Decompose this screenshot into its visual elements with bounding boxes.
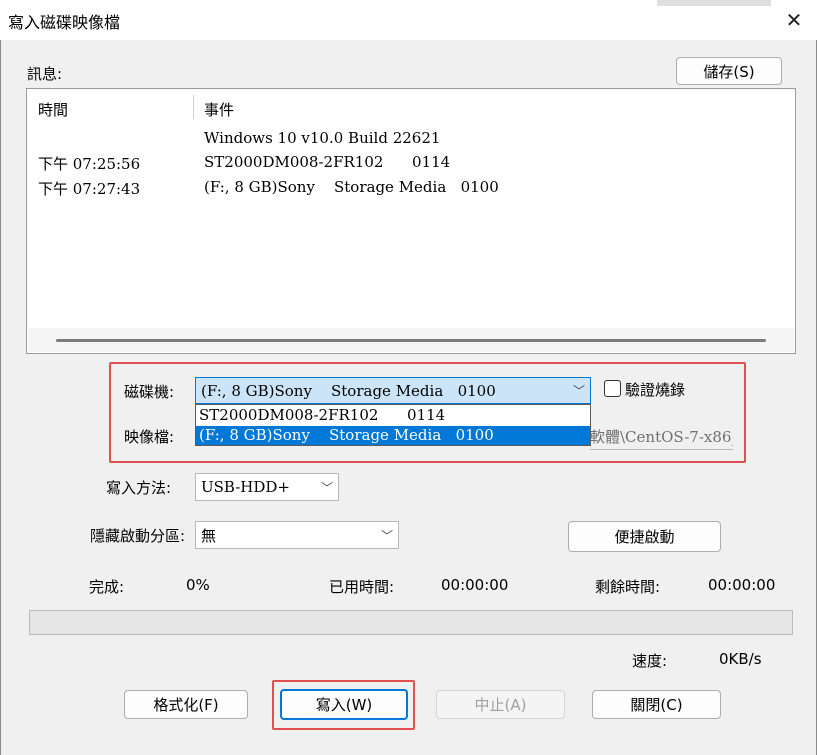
chevron-down-icon: ﹀	[320, 480, 333, 495]
drive-option[interactable]: ST2000DM008-2FR102 0114	[196, 406, 590, 425]
log-row-event: Windows 10 v10.0 Build 22621	[204, 129, 441, 147]
messages-label: 訊息:	[27, 65, 63, 83]
close-button[interactable]: 關閉(C)	[592, 690, 721, 719]
log-header-time[interactable]: 時間	[38, 99, 68, 120]
drive-dropdown-list[interactable]: ST2000DM008-2FR102 0114 (F:, 8 GB)Sony S…	[195, 404, 591, 446]
image-label: 映像檔:	[124, 428, 175, 446]
quick-boot-button[interactable]: 便捷啟動	[568, 521, 721, 552]
done-value: 0%	[186, 576, 210, 594]
log-row-time: 下午 07:27:43	[38, 180, 141, 198]
verify-label[interactable]: 驗證燒錄	[625, 379, 685, 400]
scrollbar-thumb[interactable]	[56, 339, 766, 342]
chevron-down-icon: ﹀	[380, 528, 393, 543]
title-bar-shadow	[657, 0, 771, 6]
hidden-partition-label: 隱藏啟動分區:	[90, 527, 186, 545]
image-path-field[interactable]: 軟體\CentOS-7-x86_	[590, 426, 733, 450]
window-frame-left	[0, 40, 1, 755]
title-bar	[0, 0, 817, 40]
horizontal-scrollbar[interactable]	[28, 328, 794, 352]
drive-select[interactable]: (F:, 8 GB)Sony Storage Media 0100 ﹀	[195, 377, 591, 404]
hidden-partition-select[interactable]: 無 ﹀	[195, 521, 399, 549]
log-row-time: 下午 07:25:56	[38, 155, 141, 173]
save-button[interactable]: 儲存(S)	[676, 57, 782, 85]
progress-bar	[29, 610, 793, 635]
write-method-select[interactable]: USB-HDD+ ﹀	[195, 473, 339, 501]
hidden-partition-value: 無	[201, 526, 217, 545]
write-button[interactable]: 寫入(W)	[280, 689, 408, 720]
format-button[interactable]: 格式化(F)	[124, 690, 248, 719]
log-row-event: (F:, 8 GB)Sony Storage Media 0100	[204, 178, 499, 196]
elapsed-label: 已用時間:	[329, 578, 395, 596]
close-icon[interactable]: ✕	[771, 0, 817, 40]
drive-select-value: (F:, 8 GB)Sony Storage Media 0100	[201, 381, 496, 400]
chevron-down-icon: ﹀	[572, 384, 585, 398]
done-label: 完成:	[89, 578, 125, 596]
log-row-event: ST2000DM008-2FR102 0114	[204, 153, 451, 171]
speed-label: 速度:	[632, 652, 668, 670]
write-method-label: 寫入方法:	[106, 479, 172, 497]
remaining-label: 剩餘時間:	[595, 578, 661, 596]
log-header-event[interactable]: 事件	[204, 99, 234, 120]
abort-button[interactable]: 中止(A)	[436, 690, 565, 719]
log-header: 時間 事件	[27, 89, 795, 123]
image-path-value: 軟體\CentOS-7-x86_	[590, 428, 733, 446]
drive-option-selected[interactable]: (F:, 8 GB)Sony Storage Media 0100	[196, 426, 590, 445]
log-list[interactable]: 時間 事件 Windows 10 v10.0 Build 22621 下午 07…	[26, 88, 796, 354]
verify-checkbox[interactable]	[604, 380, 621, 397]
window-title: 寫入磁碟映像檔	[8, 13, 121, 32]
speed-value: 0KB/s	[719, 650, 762, 668]
log-column-divider[interactable]	[193, 95, 194, 119]
drive-label: 磁碟機:	[124, 383, 175, 401]
elapsed-value: 00:00:00	[441, 576, 509, 594]
remaining-value: 00:00:00	[708, 576, 776, 594]
write-method-value: USB-HDD+	[201, 478, 290, 496]
